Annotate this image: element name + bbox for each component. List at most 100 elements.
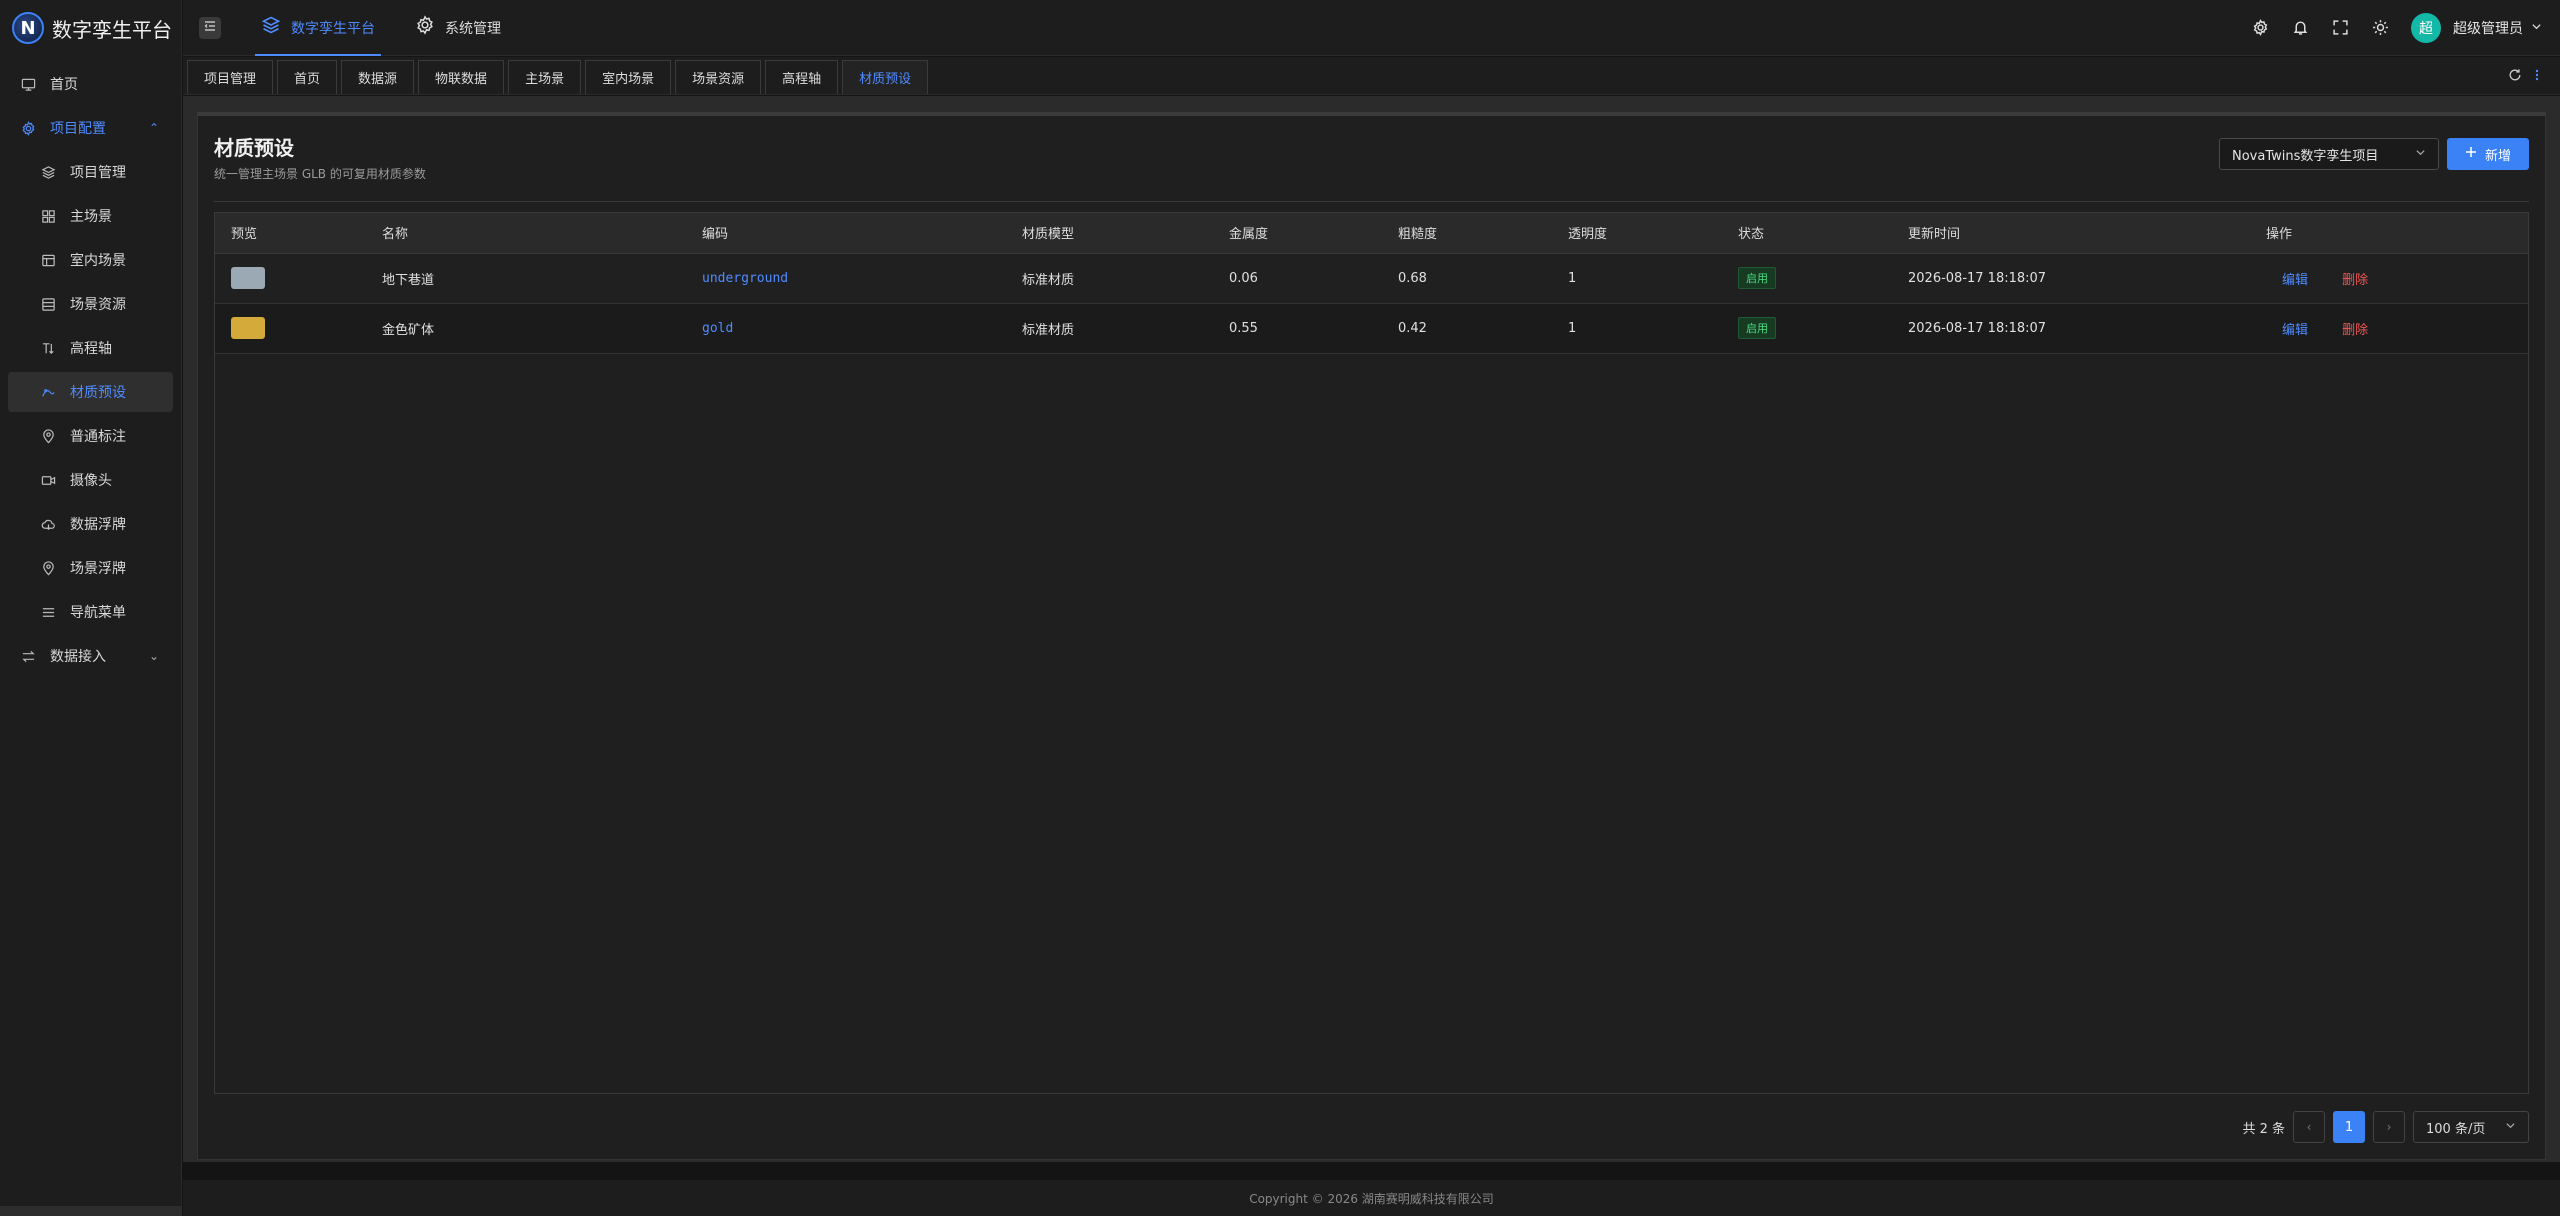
chevron-down-icon (2531, 20, 2542, 36)
sidebar-item-camera[interactable]: 摄像头 (8, 460, 173, 500)
sidebar-item-material-presets[interactable]: 材质预设 (8, 372, 173, 412)
page-tabs-bar: 项目管理 首页 数据源 物联数据 主场景 室内场景 场景资源 高程轴 材质预设 (183, 57, 2560, 95)
building-icon (40, 252, 56, 268)
page-tab-main-scene[interactable]: 主场景 (508, 60, 582, 94)
user-menu[interactable]: 超级管理员 (2453, 18, 2542, 38)
app-logo[interactable]: N 数字孪生平台 (0, 0, 181, 56)
material-preview-swatch (231, 267, 265, 289)
sidebar-item-label: 摄像头 (70, 473, 112, 489)
sidebar-item-scene-billboard[interactable]: 场景浮牌 (8, 548, 173, 588)
sidebar-item-label: 主场景 (70, 209, 112, 225)
sidebar-item-home[interactable]: 首页 (8, 64, 173, 104)
page-size-select[interactable]: 100 条/页 (2413, 1111, 2529, 1143)
roughness: 0.42 (1382, 303, 1552, 354)
sidebar-item-nav-menu[interactable]: 导航菜单 (8, 592, 173, 632)
table-header-row: 预览 名称 编码 材质模型 金属度 粗糙度 透明度 状态 更新时间 操作 (215, 213, 2528, 254)
sidebar-item-label: 材质预设 (70, 385, 126, 401)
edit-button[interactable]: 编辑 (2282, 323, 2308, 338)
table-row[interactable]: 地下巷道 underground 标准材质 0.06 0.68 1 启用 202… (215, 253, 2528, 304)
sidebar-item-data-access[interactable]: 数据接入 ⌄ (8, 636, 173, 676)
chevron-up-icon: ⌃ (148, 121, 159, 135)
chevron-down-icon (2505, 1120, 2516, 1134)
header-actions: 超 超级管理员 (2251, 12, 2560, 43)
sidebar-item-main-scene[interactable]: 主场景 (8, 196, 173, 236)
sidebar-item-indoor-scene[interactable]: 室内场景 (8, 240, 173, 280)
fullscreen-icon[interactable] (2331, 19, 2349, 37)
tab-system-management[interactable]: 系统管理 (395, 0, 521, 56)
material-model: 标准材质 (1006, 253, 1213, 304)
refresh-icon[interactable] (2508, 68, 2522, 86)
page-tab-scene-resources[interactable]: 场景资源 (675, 60, 762, 94)
top-header: 数字孪生平台 系统管理 超 超级管理员 (183, 0, 2560, 56)
table-row[interactable]: 金色矿体 gold 标准材质 0.55 0.42 1 启用 2026-08-17… (215, 303, 2528, 354)
sidebar-item-scene-resources[interactable]: 场景资源 (8, 284, 173, 324)
page-tab-indoor-scene[interactable]: 室内场景 (585, 60, 672, 94)
page-size-value: 100 条/页 (2426, 1121, 2486, 1137)
column-header: 预览 (215, 213, 366, 254)
sidebar-item-label: 普通标注 (70, 429, 126, 445)
material-model: 标准材质 (1006, 303, 1213, 354)
sidebar-item-normal-annotation[interactable]: 普通标注 (8, 416, 173, 456)
page-tab-material-presets[interactable]: 材质预设 (842, 60, 929, 94)
opacity: 1 (1552, 303, 1722, 354)
delete-button[interactable]: 删除 (2342, 323, 2368, 338)
material-name: 金色矿体 (366, 303, 686, 354)
sidebar-item-label: 项目配置 (50, 121, 106, 137)
cloud-icon (40, 516, 56, 532)
sidebar: N 数字孪生平台 首页 项目配置 ⌃ 项目管理 主场景 室内场景 场景资源 高程… (0, 0, 182, 1216)
sidebar-menu: 首页 项目配置 ⌃ 项目管理 主场景 室内场景 场景资源 高程轴 材质预设 普通… (0, 56, 181, 676)
settings-icon[interactable] (2251, 19, 2269, 37)
pin-icon (40, 560, 56, 576)
sidebar-item-label: 室内场景 (70, 253, 126, 269)
sidebar-item-project-config[interactable]: 项目配置 ⌃ (8, 108, 173, 148)
list-icon (40, 296, 56, 312)
edit-button[interactable]: 编辑 (2282, 273, 2308, 288)
material-code[interactable]: gold (702, 321, 733, 336)
status-badge: 启用 (1738, 267, 1776, 289)
page-tab-iot-data[interactable]: 物联数据 (418, 60, 505, 94)
sidebar-item-label: 首页 (50, 77, 78, 93)
pagination: 共 2 条 ‹ 1 › 100 条/页 (2242, 1111, 2529, 1143)
sidebar-item-label: 场景浮牌 (70, 561, 126, 577)
user-name: 超级管理员 (2453, 20, 2523, 37)
sidebar-item-project-management[interactable]: 项目管理 (8, 152, 173, 192)
sidebar-item-label: 导航菜单 (70, 605, 126, 621)
collapse-sidebar-button[interactable] (199, 16, 221, 39)
tab-digital-twin-platform[interactable]: 数字孪生平台 (241, 0, 395, 56)
layers-icon (40, 164, 56, 180)
tabs-actions (2508, 60, 2560, 94)
menu-icon (40, 604, 56, 620)
palette-icon (40, 384, 56, 400)
sun-icon[interactable] (2371, 19, 2389, 37)
pin-icon (40, 428, 56, 444)
page-tab-project-management[interactable]: 项目管理 (187, 60, 274, 94)
page-tab-data-source[interactable]: 数据源 (341, 60, 415, 94)
next-page-button[interactable]: › (2373, 1111, 2405, 1143)
more-vertical-icon[interactable] (2534, 68, 2540, 86)
tab-label: 数字孪生平台 (291, 20, 375, 37)
sidebar-item-elevation-axis[interactable]: 高程轴 (8, 328, 173, 368)
bell-icon[interactable] (2291, 19, 2309, 37)
tab-label: 系统管理 (445, 20, 501, 37)
material-code[interactable]: underground (702, 271, 788, 286)
metalness: 0.55 (1213, 303, 1382, 354)
sidebar-item-data-billboard[interactable]: 数据浮牌 (8, 504, 173, 544)
delete-button[interactable]: 删除 (2342, 273, 2368, 288)
sidebar-item-label: 数据浮牌 (70, 517, 126, 533)
app-title: 数字孪生平台 (52, 17, 172, 42)
column-header: 操作 (2250, 213, 2528, 254)
page-title: 材质预设 (214, 136, 294, 160)
column-header: 透明度 (1552, 213, 1722, 254)
page-number-button[interactable]: 1 (2333, 1111, 2365, 1143)
avatar[interactable]: 超 (2411, 12, 2441, 43)
page-tab-elevation-axis[interactable]: 高程轴 (765, 60, 839, 94)
sidebar-scrollbar[interactable] (0, 1206, 182, 1216)
sidebar-item-label: 场景资源 (70, 297, 126, 313)
project-select[interactable]: NovaTwins数字孪生项目 (2219, 138, 2439, 170)
prev-page-button[interactable]: ‹ (2293, 1111, 2325, 1143)
chevron-left-icon: ‹ (2306, 1120, 2312, 1134)
column-header: 粗糙度 (1382, 213, 1552, 254)
add-button[interactable]: 新增 (2447, 138, 2529, 170)
card-header: 材质预设 统一管理主场景 GLB 的可复用材质参数 NovaTwins数字孪生项… (214, 132, 2529, 202)
page-tab-home[interactable]: 首页 (277, 60, 338, 94)
